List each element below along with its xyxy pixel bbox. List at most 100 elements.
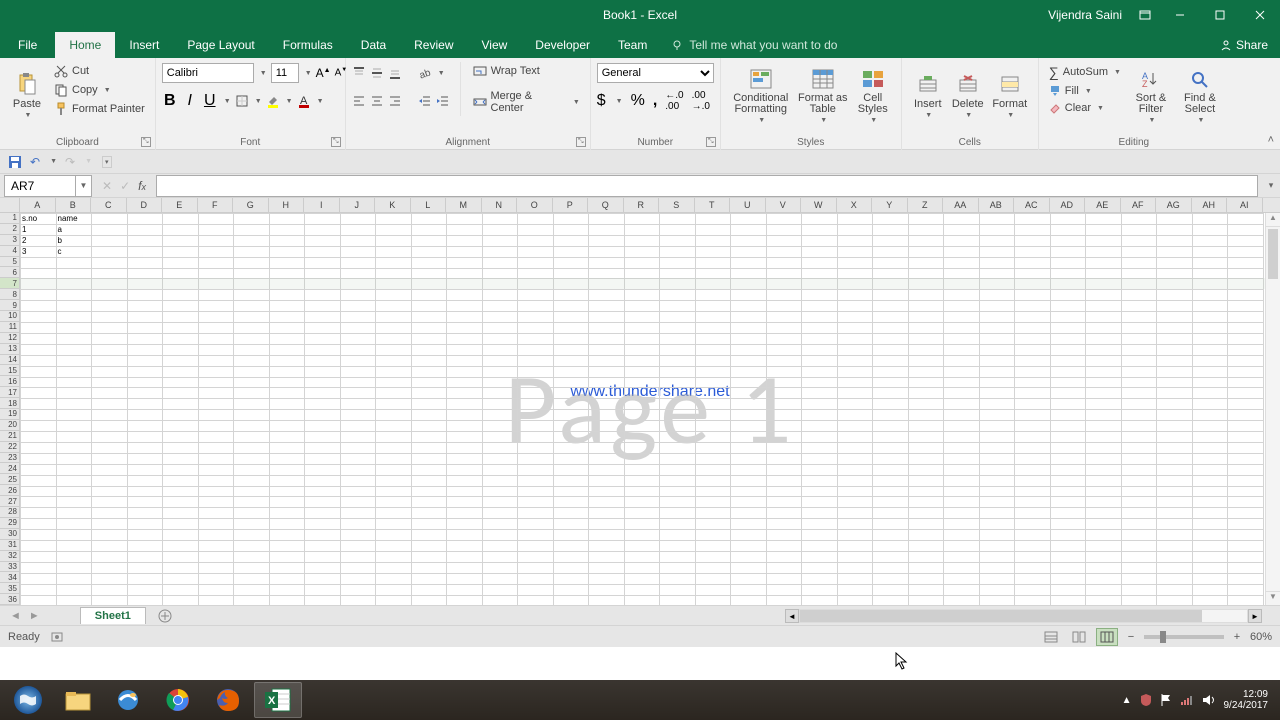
column-header-R[interactable]: R: [624, 198, 660, 212]
copy-button[interactable]: Copy▼: [50, 81, 149, 99]
row-header-2[interactable]: 2: [0, 224, 19, 235]
sheet-tab-sheet1[interactable]: Sheet1: [80, 607, 146, 624]
system-clock[interactable]: 12:09 9/24/2017: [1224, 689, 1269, 711]
cell-A2[interactable]: 1: [22, 225, 26, 234]
align-bottom-icon[interactable]: [388, 66, 402, 80]
font-size-input[interactable]: [271, 63, 299, 83]
column-header-T[interactable]: T: [695, 198, 731, 212]
row-header-5[interactable]: 5: [0, 257, 19, 268]
cell-B4[interactable]: c: [58, 247, 62, 256]
tab-home[interactable]: Home: [55, 32, 115, 58]
zoom-in-button[interactable]: +: [1230, 631, 1244, 643]
row-header-14[interactable]: 14: [0, 355, 19, 366]
column-header-H[interactable]: H: [269, 198, 305, 212]
row-header-8[interactable]: 8: [0, 289, 19, 300]
hscroll-thumb[interactable]: [800, 610, 1202, 622]
undo-button[interactable]: ↶: [30, 155, 40, 169]
alignment-dialog-launcher[interactable]: ⤡: [576, 137, 586, 147]
name-box-dropdown[interactable]: ▼: [75, 176, 91, 196]
save-icon[interactable]: [8, 155, 22, 169]
increase-font-icon[interactable]: A▲: [316, 66, 331, 80]
merge-center-button[interactable]: Merge & Center▼: [469, 88, 584, 116]
column-header-V[interactable]: V: [766, 198, 802, 212]
sort-filter-button[interactable]: AZSort & Filter▼: [1129, 62, 1173, 128]
row-header-22[interactable]: 22: [0, 442, 19, 453]
formula-input[interactable]: [156, 175, 1258, 197]
border-button[interactable]: [235, 94, 249, 108]
tray-volume-icon[interactable]: [1202, 694, 1216, 706]
row-header-23[interactable]: 23: [0, 453, 19, 464]
bold-button[interactable]: B: [162, 92, 178, 110]
column-header-B[interactable]: B: [56, 198, 92, 212]
column-header-G[interactable]: G: [233, 198, 269, 212]
column-header-AI[interactable]: AI: [1227, 198, 1263, 212]
row-header-32[interactable]: 32: [0, 551, 19, 562]
row-header-21[interactable]: 21: [0, 431, 19, 442]
row-header-7[interactable]: 7: [0, 278, 19, 289]
tray-shield-icon[interactable]: [1140, 693, 1152, 707]
cancel-formula-icon[interactable]: ✕: [102, 179, 112, 193]
column-header-Y[interactable]: Y: [872, 198, 908, 212]
column-header-AB[interactable]: AB: [979, 198, 1015, 212]
clear-button[interactable]: Clear▼: [1045, 100, 1125, 116]
cell-A3[interactable]: 2: [22, 236, 26, 245]
row-header-1[interactable]: 1: [0, 213, 19, 224]
delete-button[interactable]: Delete▼: [948, 62, 988, 128]
align-left-icon[interactable]: [352, 94, 366, 108]
tab-file[interactable]: File: [0, 32, 55, 58]
horizontal-scrollbar[interactable]: ◄ ►: [785, 608, 1262, 624]
hscroll-right[interactable]: ►: [1248, 609, 1262, 623]
tab-page-layout[interactable]: Page Layout: [173, 32, 268, 58]
column-header-O[interactable]: O: [517, 198, 553, 212]
find-select-button[interactable]: Find & Select▼: [1177, 62, 1223, 128]
minimize-button[interactable]: [1160, 0, 1200, 30]
hscroll-left[interactable]: ◄: [785, 609, 799, 623]
align-top-icon[interactable]: [352, 66, 366, 80]
decrease-indent-icon[interactable]: [418, 94, 432, 108]
increase-decimal-icon[interactable]: ←.0.00: [665, 90, 683, 112]
close-button[interactable]: [1240, 0, 1280, 30]
row-header-33[interactable]: 33: [0, 562, 19, 573]
column-header-AE[interactable]: AE: [1085, 198, 1121, 212]
zoom-level[interactable]: 60%: [1250, 631, 1272, 643]
tab-developer[interactable]: Developer: [521, 32, 604, 58]
column-header-S[interactable]: S: [659, 198, 695, 212]
insert-button[interactable]: Insert▼: [908, 62, 948, 128]
zoom-out-button[interactable]: −: [1124, 631, 1138, 643]
column-header-W[interactable]: W: [801, 198, 837, 212]
tab-data[interactable]: Data: [347, 32, 400, 58]
row-header-12[interactable]: 12: [0, 333, 19, 344]
row-header-15[interactable]: 15: [0, 365, 19, 376]
column-header-L[interactable]: L: [411, 198, 447, 212]
redo-dd[interactable]: ▼: [85, 158, 92, 165]
macro-record-icon[interactable]: [50, 630, 64, 644]
format-button[interactable]: Format▼: [988, 62, 1032, 128]
maximize-button[interactable]: [1200, 0, 1240, 30]
tab-review[interactable]: Review: [400, 32, 467, 58]
font-color-button[interactable]: A: [297, 94, 311, 108]
excel-taskbar-icon[interactable]: X: [254, 682, 302, 718]
cell-A1[interactable]: s.no: [22, 214, 37, 223]
percent-button[interactable]: %: [631, 92, 645, 110]
column-header-AD[interactable]: AD: [1050, 198, 1086, 212]
new-sheet-button[interactable]: [154, 607, 176, 625]
row-header-17[interactable]: 17: [0, 387, 19, 398]
worksheet-grid[interactable]: ABCDEFGHIJKLMNOPQRSTUVWXYZAAABACADAEAFAG…: [0, 198, 1280, 605]
sheet-nav-next[interactable]: ►: [29, 610, 40, 622]
tab-formulas[interactable]: Formulas: [269, 32, 347, 58]
font-dialog-launcher[interactable]: ⤡: [331, 137, 341, 147]
zoom-slider[interactable]: [1144, 635, 1224, 639]
column-header-AG[interactable]: AG: [1156, 198, 1192, 212]
column-header-A[interactable]: A: [20, 198, 56, 212]
currency-button[interactable]: $: [597, 92, 606, 110]
font-size-dd[interactable]: ▼: [305, 70, 312, 77]
firefox-icon[interactable]: [204, 682, 252, 718]
row-header-6[interactable]: 6: [0, 267, 19, 278]
autosum-button[interactable]: ∑AutoSum▼: [1045, 62, 1125, 82]
cell-B2[interactable]: a: [58, 225, 62, 234]
page-break-view-button[interactable]: [1096, 628, 1118, 646]
cell-B1[interactable]: name: [58, 214, 78, 223]
italic-button[interactable]: I: [182, 92, 198, 110]
column-header-Q[interactable]: Q: [588, 198, 624, 212]
align-center-icon[interactable]: [370, 94, 384, 108]
